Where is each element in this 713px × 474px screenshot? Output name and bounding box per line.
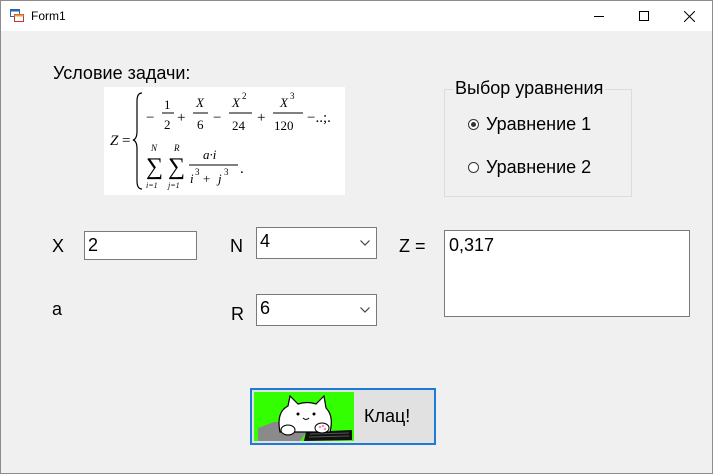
bongo-cat-image [254,392,354,441]
equation-group-title: Выбор уравнения [453,78,606,99]
svg-text:−: − [213,110,221,126]
svg-text:+: + [177,110,185,126]
minimize-icon [594,16,604,17]
formula-image: Z = − 1 2 + X 6 − X 2 24 + X 3 120 −..;.… [104,87,345,195]
form-window: Form1 Условие задачи: Z = − 1 2 + X 6 − … [0,0,713,474]
radio-equation-2[interactable]: Уравнение 2 [468,157,591,178]
condition-label: Условие задачи: [53,63,191,83]
svg-text:+: + [203,171,210,186]
svg-text:−: − [146,110,154,126]
svg-text:−..;.: −..;. [307,110,331,126]
n-combobox[interactable]: 4 [256,227,377,259]
maximize-button[interactable] [621,1,667,31]
svg-text:i: i [190,171,194,186]
radio-equation-2-label: Уравнение 2 [486,157,592,177]
maximize-icon [639,11,649,21]
x-label: X [52,236,65,256]
svg-text:N: N [150,143,158,153]
svg-text:120: 120 [274,118,294,133]
close-button[interactable] [666,1,712,31]
svg-text:X: X [195,95,205,110]
title-bar[interactable]: Form1 [1,1,712,31]
svg-text:i=1: i=1 [146,181,158,190]
close-icon [683,10,695,22]
radio-equation-1-label: Уравнение 1 [486,114,592,134]
r-combobox[interactable]: 6 [256,294,377,326]
r-combobox-value: 6 [260,298,271,318]
radio-equation-1[interactable]: Уравнение 1 [468,114,591,135]
z-result-textbox[interactable]: 0,317 [444,230,690,317]
svg-text:X: X [279,95,289,110]
svg-text:1: 1 [164,97,171,112]
svg-text:3: 3 [195,167,200,177]
svg-text:+: + [257,110,265,126]
svg-text:6: 6 [197,117,204,132]
click-button-label: Клац! [364,406,411,426]
svg-text:.: . [240,161,244,177]
svg-text:=: = [122,133,130,149]
chevron-down-icon[interactable] [360,240,370,246]
svg-text:Z: Z [110,133,119,149]
click-button[interactable]: Клац! [250,388,436,445]
form-app-icon [10,9,24,22]
r-label: R [231,304,244,324]
equation-choice-group [444,89,632,197]
n-combobox-value: 4 [260,231,271,251]
svg-text:3: 3 [290,91,295,101]
svg-text:3: 3 [224,167,229,177]
svg-text:24: 24 [232,118,246,133]
svg-text:X: X [231,95,241,110]
chevron-down-icon[interactable] [360,307,370,313]
window-title: Form1 [31,9,66,23]
svg-text:a·i: a·i [203,147,217,162]
z-result-value: 0,317 [449,235,495,255]
n-label: N [230,236,243,256]
svg-text:R: R [173,143,180,153]
svg-text:∑: ∑ [146,154,163,180]
svg-text:j: j [216,171,222,186]
svg-text:2: 2 [164,117,171,132]
z-label: Z = [399,236,426,256]
svg-text:2: 2 [242,91,247,101]
radio-button-unchecked[interactable] [468,162,479,173]
minimize-button[interactable] [576,1,622,31]
svg-text:j=1: j=1 [167,181,180,190]
svg-text:∑: ∑ [168,154,185,180]
radio-button-checked[interactable] [468,119,479,130]
x-input[interactable] [84,231,197,260]
a-label: a [52,299,63,319]
